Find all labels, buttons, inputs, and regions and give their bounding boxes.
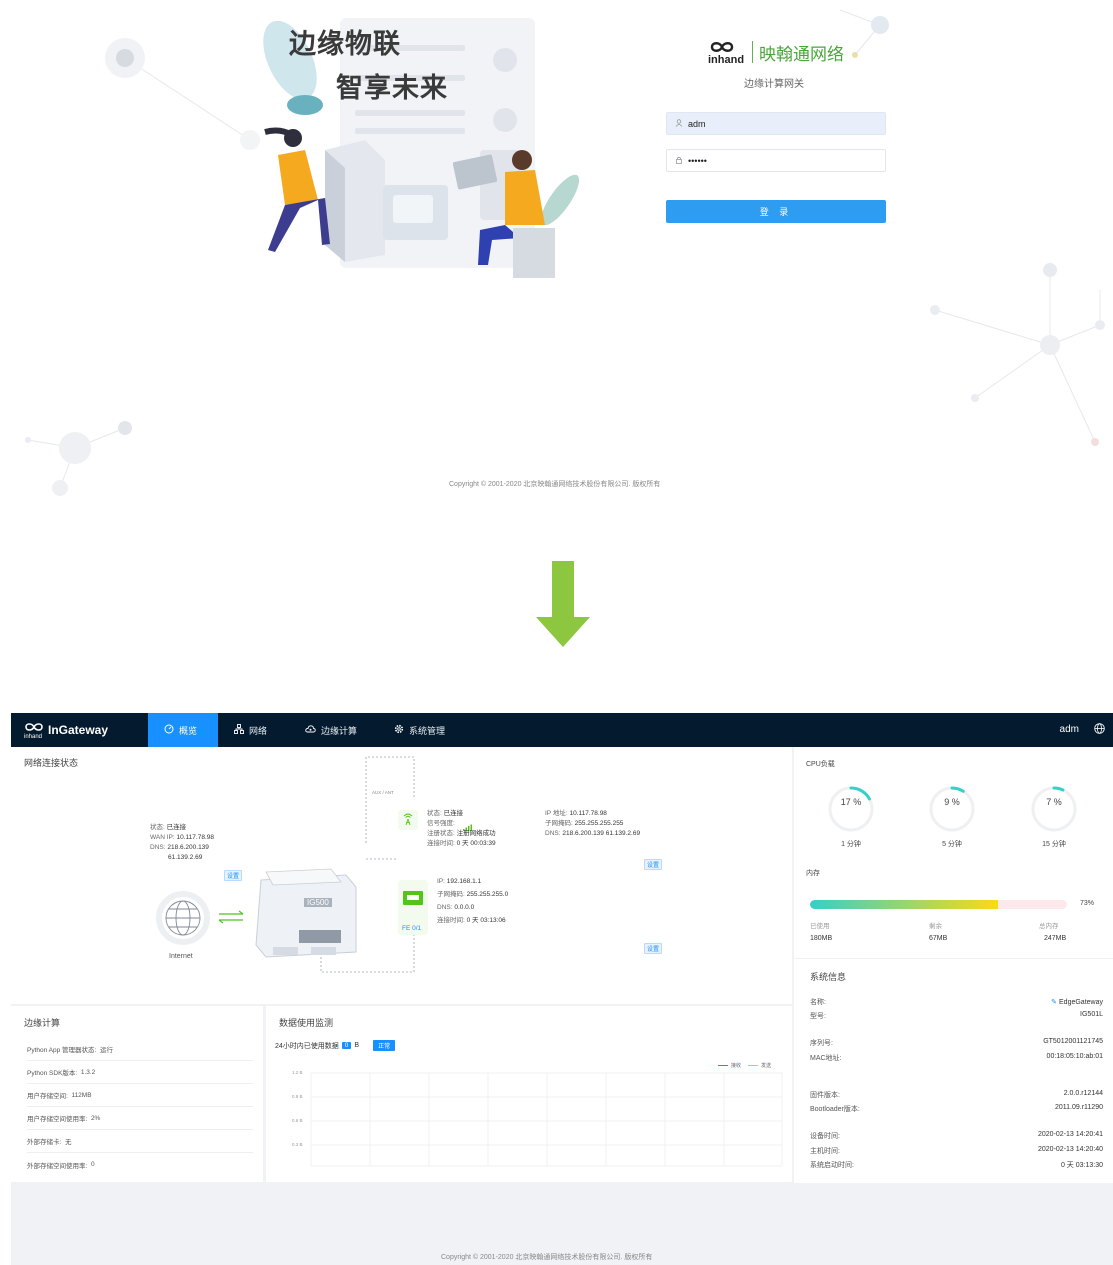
divider <box>794 958 1113 959</box>
cpu-gauge-track <box>1031 786 1077 832</box>
edge-row: 用户存储空间使用率: 2% <box>27 1107 253 1130</box>
gear-icon <box>394 724 404 737</box>
dashboard-icon <box>164 724 174 737</box>
edge-row: 外部存储卡: 无 <box>27 1130 253 1153</box>
memory-used: 180MB <box>810 935 833 942</box>
inhand-logo-icon: inhand <box>24 723 43 739</box>
system-serial-row: 序列号: GT5012001121745 <box>810 1038 1103 1047</box>
slogan-line-2: 智享未来 <box>336 73 448 104</box>
wan-settings-button[interactable]: 设置 <box>224 870 243 881</box>
ingateway-logo: inhand InGateway <box>23 721 108 739</box>
memory-percent: 73% <box>1080 900 1095 907</box>
system-firmware-row: 固件版本: 2.0.0.r12144 <box>810 1090 1103 1099</box>
brand-logo: inhand 映翰通网络 <box>706 38 844 66</box>
network-topology-diagram <box>156 756 472 973</box>
cpu-gauge-label: 5 分钟 <box>942 841 962 848</box>
memory-free-label: 剩余 <box>929 923 942 930</box>
cpu-title: CPU负载 <box>806 761 835 768</box>
edge-row: Python App 管理器状态: 运行 <box>27 1038 253 1061</box>
memory-total: 247MB <box>1044 935 1067 942</box>
nav-tab-network[interactable]: 网络 <box>218 713 283 747</box>
nav-tab-system-management[interactable]: 系统管理 <box>378 713 461 747</box>
aux-ant-label: AUX / ANT <box>372 790 394 795</box>
system-device-time-row: 设备时间: 2020-02-13 14:20:41 <box>810 1131 1103 1140</box>
edge-row: 用户存储空间: 112MB <box>27 1084 253 1107</box>
lock-icon <box>675 156 684 165</box>
memory-title: 内存 <box>806 870 820 877</box>
cpu-gauge-value: 9 % <box>944 797 960 807</box>
system-name-row: 名称: ✎ EdgeGateway <box>810 998 1103 1007</box>
username-input[interactable]: adm <box>666 112 886 135</box>
login-copyright: Copyright © 2001-2020 北京映翰通网络技术股份有限公司. 版… <box>449 481 661 488</box>
lan-port-label: FE 0/1 <box>402 925 422 932</box>
nav-tab-overview[interactable]: 概览 <box>148 713 218 747</box>
cpu-gauge-value: 17 % <box>840 797 862 807</box>
top-navigation-bar: inhand InGateway 概览 网络 边缘计算 系统管理 adm <box>11 713 1113 747</box>
cpu-gauges <box>828 786 1077 832</box>
internet-label: Internet <box>169 953 193 960</box>
system-model-row: 型号: IG501L <box>810 1011 1103 1020</box>
username-value: adm <box>688 118 706 129</box>
network-icon <box>234 723 244 737</box>
memory-total-label: 总内存 <box>1039 923 1059 930</box>
edge-row: 外部存储空间使用率: 0 <box>27 1161 95 1170</box>
memory-free: 67MB <box>929 935 948 942</box>
svg-text:inhand: inhand <box>708 54 744 66</box>
logo-text: InGateway <box>48 723 109 737</box>
system-mac-row: MAC地址: 00:18:05:10:ab:01 <box>810 1053 1103 1062</box>
cellular-ip-info: IP 地址: 10.117.78.98 子网掩码: 255.255.255.25… <box>545 810 641 837</box>
edge-row: Python SDK版本: 1.3.2 <box>27 1061 253 1084</box>
nav-tab-edge-computing[interactable]: 边缘计算 <box>289 713 373 747</box>
cellular-settings-button[interactable]: 设置 <box>644 859 663 870</box>
brand-name: 映翰通网络 <box>759 44 844 65</box>
device-model-label: IG500 <box>304 898 332 907</box>
system-resources-panel: CPU负载 17 % 9 % 7 % 1 分钟 5 分钟 15 分钟 内存 73… <box>794 747 1113 1183</box>
password-input[interactable]: •••••• <box>666 149 886 172</box>
cpu-gauge-value: 7 % <box>1046 797 1062 807</box>
nav-tab-label: 系统管理 <box>409 725 446 736</box>
login-background-illustration <box>25 9 1105 496</box>
panel-title: 边缘计算 <box>24 1018 61 1028</box>
usage-chart-grid <box>310 1072 783 1167</box>
edge-computing-panel: 边缘计算 Python App 管理器状态: 运行 Python SDK版本: … <box>11 1006 263 1182</box>
login-button[interactable]: 登 录 <box>666 200 886 223</box>
nav-tab-label: 边缘计算 <box>321 725 358 736</box>
system-uptime-row: 系统启动时间: 0 天 03:13:30 <box>810 1162 1103 1169</box>
login-subtitle: 边缘计算网关 <box>744 79 804 90</box>
cpu-gauge-track <box>929 786 975 832</box>
system-bootloader-row: Bootloader版本: 2011.09.r11290 <box>810 1104 1103 1113</box>
cloud-icon <box>305 724 316 737</box>
password-value: •••••• <box>688 155 707 166</box>
cpu-gauge-label: 1 分钟 <box>841 841 861 848</box>
nav-tab-label: 概览 <box>179 725 198 736</box>
edit-icon[interactable]: ✎ <box>1051 998 1057 1006</box>
data-usage-panel: 数据使用监测 24小时内已使用数据 0 B 正常 接收 发送 1.2 B 0.9… <box>266 1006 792 1182</box>
cpu-gauge-label: 15 分钟 <box>1042 841 1066 848</box>
system-host-time-row: 主机时间: 2020-02-13 14:20:40 <box>810 1146 1103 1155</box>
system-info-title: 系统信息 <box>810 972 847 982</box>
svg-text:inhand: inhand <box>24 734 42 739</box>
lan-settings-button[interactable]: 设置 <box>644 943 663 954</box>
cellular-info: 状态: 已连接 信号强度: 注册状态: 注册网络成功 连接时间: 0 天 00:… <box>427 810 496 847</box>
user-icon <box>675 119 684 128</box>
lan-info: IP: 192.168.1.1 子网掩码: 255.255.255.0 DNS:… <box>437 878 509 924</box>
memory-progress-fill <box>810 900 998 909</box>
user-menu[interactable]: adm <box>1060 724 1079 735</box>
login-page: 边缘物联 智享未来 inhand 映翰通网络 边缘计算网关 adm ••••••… <box>0 0 1113 520</box>
footer-copyright: Copyright © 2001-2020 北京映翰通网络技术股份有限公司. 版… <box>441 1254 653 1261</box>
nav-tab-label: 网络 <box>249 725 268 736</box>
slogan-line-1: 边缘物联 <box>289 29 401 60</box>
brand-separator <box>752 41 753 63</box>
wan-info: 状态: 已连接 WAN IP: 10.117.78.98 DNS: 218.6.… <box>150 824 214 861</box>
network-status-panel: 网络连接状态 状态: 已连接 WAN IP: 10.117.78.98 DNS:… <box>11 747 792 1004</box>
memory-progress-bar <box>810 900 1067 909</box>
inhand-logo-icon: inhand <box>708 42 744 66</box>
dashboard: inhand InGateway 概览 网络 边缘计算 系统管理 adm 网络连… <box>11 713 1113 1265</box>
globe-icon[interactable] <box>1094 723 1105 737</box>
memory-used-label: 已使用 <box>810 923 830 930</box>
down-arrow-icon <box>536 561 590 647</box>
